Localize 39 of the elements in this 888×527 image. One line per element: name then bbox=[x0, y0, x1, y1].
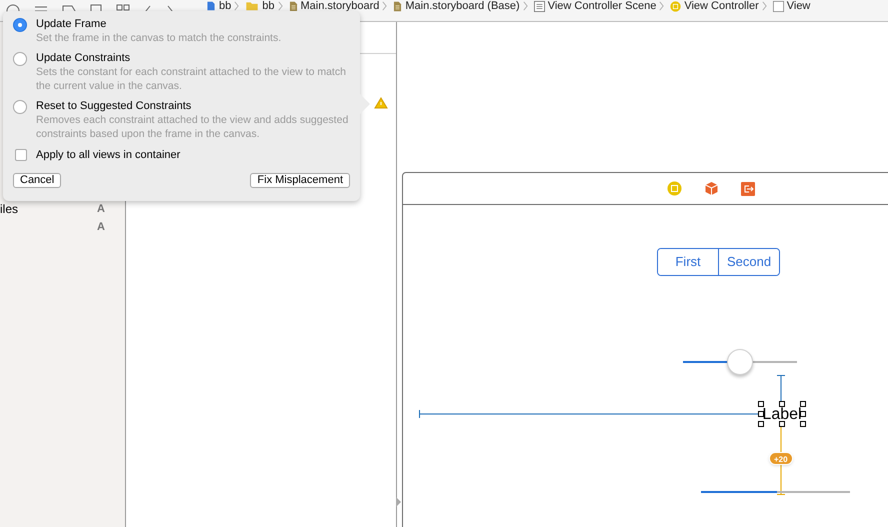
breadcrumb-item[interactable]: Main.storyboard (Base) bbox=[405, 1, 520, 12]
cube-icon[interactable] bbox=[704, 181, 719, 196]
checkbox-label: Apply to all views in container bbox=[36, 148, 180, 163]
option-description: Sets the constant for each constraint attached to the view to match the current value in the canvas. bbox=[36, 65, 347, 93]
file-name[interactable]: iles bbox=[0, 200, 18, 218]
option-description: Set the frame in the canvas to match the constraints. bbox=[36, 31, 282, 45]
breadcrumb-item[interactable]: View bbox=[786, 1, 810, 12]
breadcrumb-item[interactable]: View Controller bbox=[684, 1, 759, 12]
document-icon bbox=[288, 1, 298, 12]
status-letter: A bbox=[97, 202, 105, 217]
breadcrumb-item[interactable]: bb bbox=[219, 1, 232, 12]
chevron-icon bbox=[522, 1, 528, 11]
breadcrumb-item[interactable]: View Controller Scene bbox=[548, 1, 656, 12]
chevron-icon bbox=[234, 1, 240, 11]
chevron-icon bbox=[278, 1, 282, 11]
option-title: Update Constraints bbox=[36, 51, 132, 65]
exit-icon[interactable] bbox=[741, 182, 755, 196]
slider[interactable] bbox=[683, 349, 797, 375]
option-title: Update Frame bbox=[36, 17, 108, 31]
radio-button[interactable] bbox=[13, 100, 27, 114]
segment[interactable]: First bbox=[658, 249, 719, 275]
collapse-arrow-icon[interactable] bbox=[396, 497, 401, 507]
checkbox[interactable] bbox=[15, 149, 27, 162]
vertical-constraint-line[interactable] bbox=[777, 375, 785, 404]
selected-label[interactable]: Label bbox=[761, 404, 803, 424]
chevron-icon bbox=[659, 1, 664, 11]
option-description: Removes each constraint attached to the view and adds suggested constraints based upon the frame in the canvas. bbox=[36, 113, 350, 141]
radio-button[interactable] bbox=[13, 52, 27, 66]
chevron-icon bbox=[762, 1, 767, 11]
breadcrumb-item[interactable]: bb bbox=[262, 1, 274, 12]
document-icon bbox=[393, 1, 402, 12]
chevron-icon bbox=[382, 1, 388, 11]
status-letter: A bbox=[97, 220, 105, 235]
dialog-button[interactable]: Fix Misplacement bbox=[250, 172, 350, 188]
slider-thumb[interactable] bbox=[727, 349, 753, 375]
radio-button[interactable] bbox=[13, 18, 27, 32]
breadcrumb-item[interactable]: Main.storyboard bbox=[300, 1, 380, 12]
option-title: Reset to Suggested Constraints bbox=[36, 99, 192, 113]
dialog-button[interactable]: Cancel bbox=[13, 172, 62, 188]
